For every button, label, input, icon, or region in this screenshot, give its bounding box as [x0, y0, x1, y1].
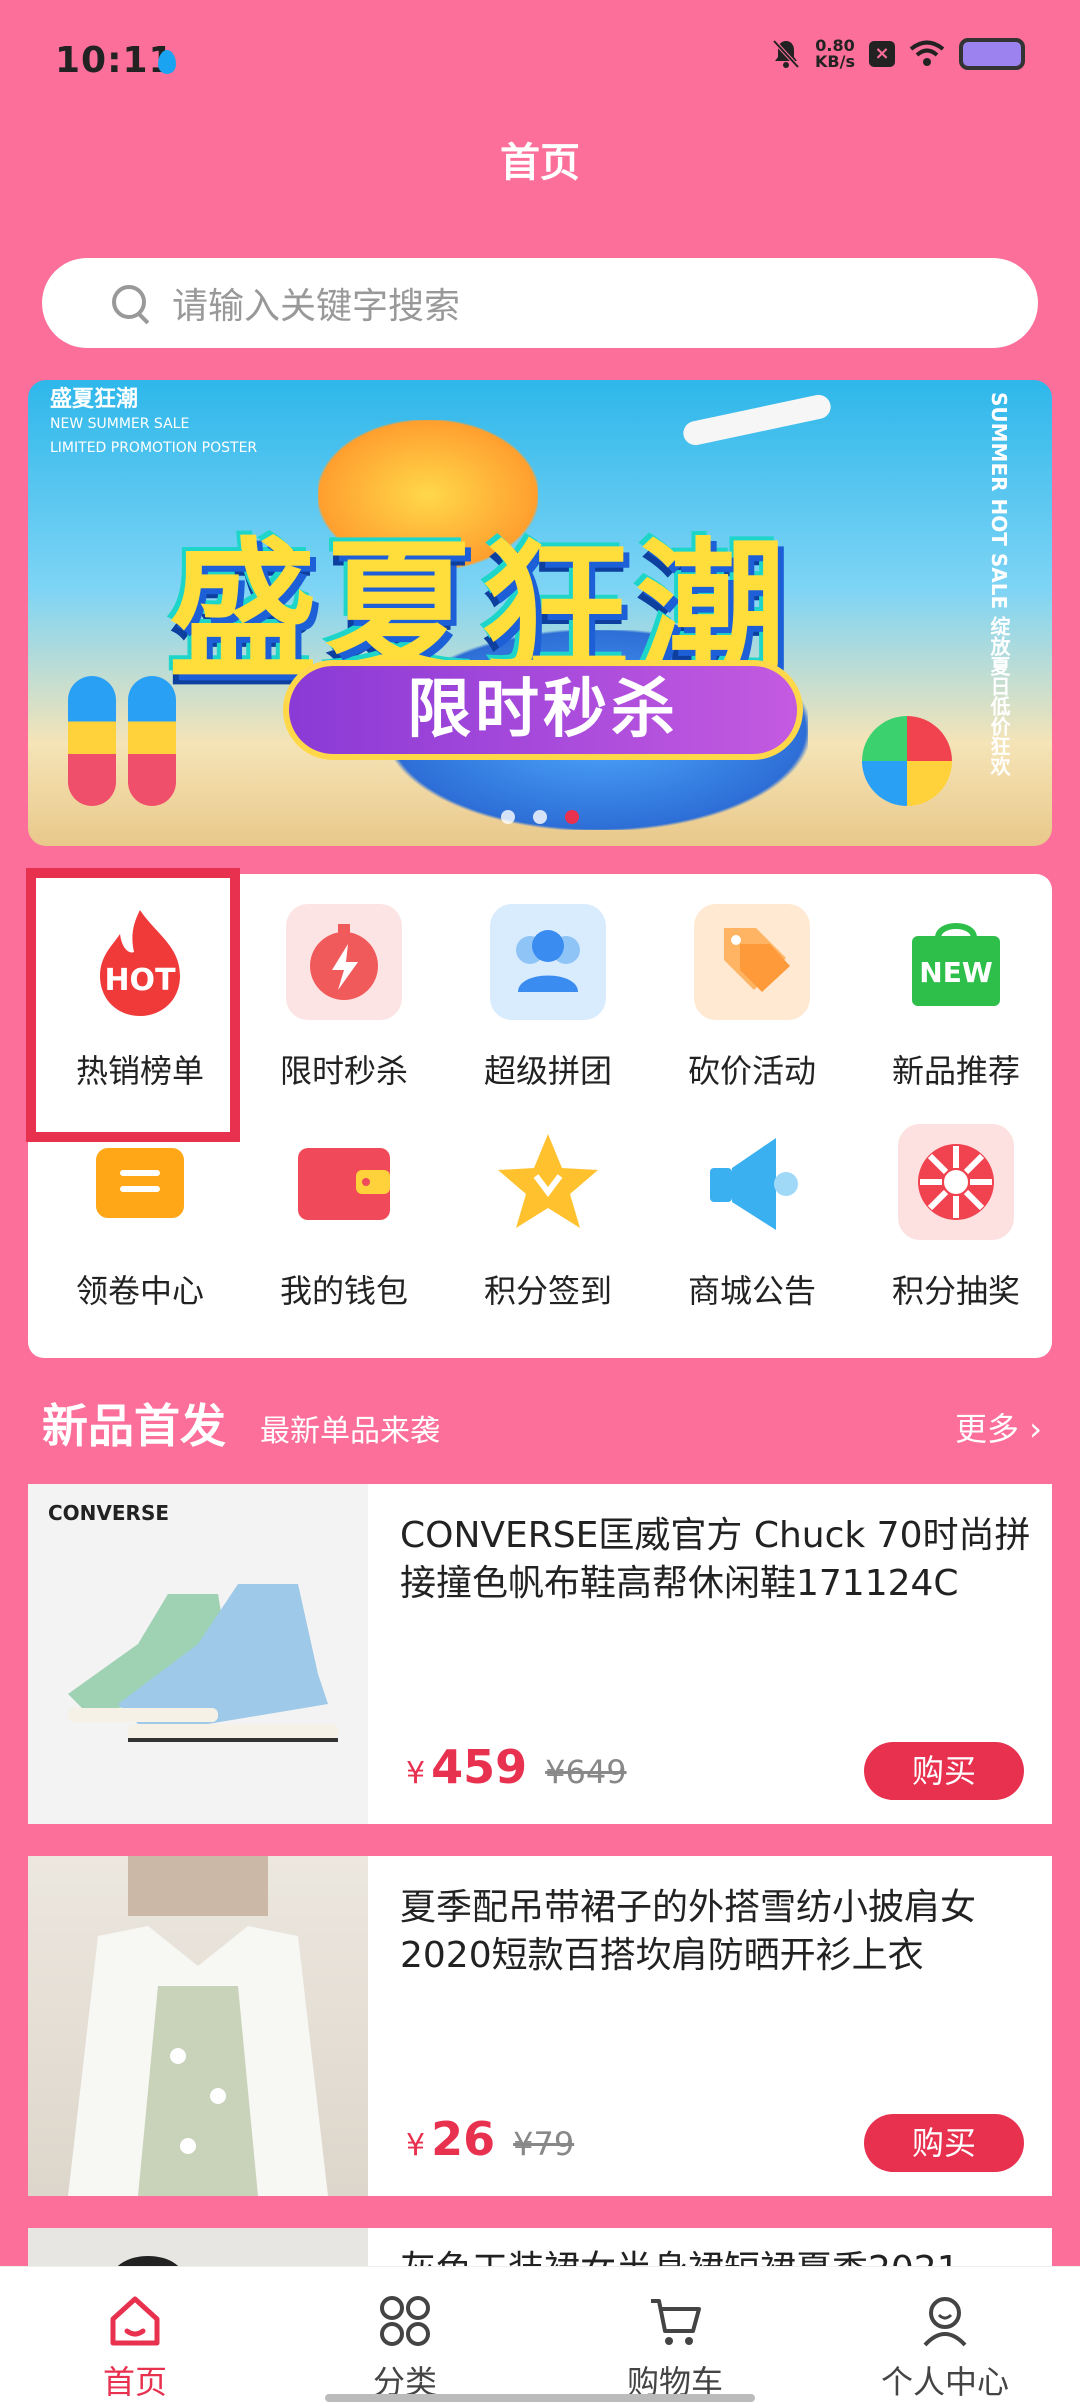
section-title: 新品首发	[42, 1399, 226, 1453]
menu-item-new[interactable]: NEW 新品推荐	[854, 884, 1058, 1090]
banner-brand: 盛夏狂潮 NEW SUMMER SALE LIMITED PROMOTION P…	[50, 387, 258, 457]
tab-profile[interactable]: 个人中心	[810, 2267, 1080, 2408]
menu-item-announcements[interactable]: 商城公告	[650, 1104, 854, 1310]
buy-button[interactable]: 购买	[864, 1742, 1024, 1800]
notification-x-icon: ×	[869, 41, 895, 67]
home-indicator[interactable]	[325, 2394, 755, 2402]
menu-label: 超级拼团	[483, 1052, 612, 1090]
flipflop-decoration	[128, 676, 176, 806]
product-price: 26	[431, 2112, 496, 2166]
megaphone-icon	[694, 1124, 810, 1240]
status-indicators: 0.80 KB/s ×	[771, 38, 1025, 70]
wifi-icon	[909, 40, 945, 66]
net-speed: 0.80 KB/s	[815, 36, 855, 71]
airplane-decoration	[681, 392, 833, 448]
promo-banner[interactable]: 盛夏狂潮 NEW SUMMER SALE LIMITED PROMOTION P…	[28, 380, 1052, 846]
page-title: 首页	[500, 140, 580, 186]
flash-timer-icon	[286, 904, 402, 1020]
status-time: 10:11	[55, 40, 175, 81]
more-link[interactable]: 更多 ›	[955, 1404, 1042, 1450]
status-bar: 10:11 0.80 KB/s ×	[0, 0, 1080, 120]
group-users-icon	[490, 904, 606, 1020]
original-price: ¥79	[513, 2125, 575, 2163]
user-icon	[917, 2293, 973, 2349]
menu-label: 领卷中心	[75, 1272, 204, 1310]
mute-bell-icon	[772, 39, 800, 69]
banner-pagination	[28, 810, 1052, 824]
menu-item-bargain[interactable]: 砍价活动	[650, 884, 854, 1090]
product-price: 459	[431, 1740, 528, 1794]
banner-dot[interactable]	[533, 810, 547, 824]
search-input[interactable]: 请输入关键字搜索	[42, 258, 1038, 348]
water-drop-icon	[158, 50, 176, 74]
menu-label: 商城公告	[687, 1272, 816, 1310]
price-row: ¥ 26 ¥79	[406, 2112, 575, 2166]
section-header: 新品首发 最新单品来袭 更多 ›	[42, 1390, 1042, 1453]
category-grid-icon	[377, 2293, 433, 2349]
product-name: CONVERSE匡威官方 Chuck 70时尚拼接撞色帆布鞋高帮休闲鞋17112…	[400, 1515, 1031, 1604]
menu-label: 积分签到	[483, 1272, 612, 1310]
product-name: 夏季配吊带裙子的外搭雪纺小披肩女2020短款百搭坎肩防晒开衫上衣	[400, 1887, 977, 1976]
home-icon	[107, 2293, 163, 2349]
svg-text:CONVERSE: CONVERSE	[48, 1501, 169, 1525]
product-card[interactable]: CONVERSE CONVERSE匡威官方 Chuck 70时尚拼接撞色帆布鞋高…	[28, 1484, 1052, 1824]
banner-dot-active[interactable]	[565, 810, 579, 824]
original-price: ¥649	[545, 1753, 627, 1791]
tab-home[interactable]: 首页	[0, 2267, 270, 2408]
banner-dot[interactable]	[501, 810, 515, 824]
buy-button[interactable]: 购买	[864, 2114, 1024, 2172]
tab-cart[interactable]: 购物车	[540, 2267, 810, 2408]
section-subtitle: 最新单品来袭	[260, 1414, 440, 1449]
svg-text:NEW: NEW	[919, 956, 993, 989]
menu-item-flash-sale[interactable]: 限时秒杀	[242, 884, 446, 1090]
highlight-box	[26, 868, 240, 1142]
banner-subtitle: 限时秒杀	[283, 660, 803, 760]
product-image: CONVERSE	[28, 1484, 368, 1824]
tab-category[interactable]: 分类	[270, 2267, 540, 2408]
menu-item-group-buy[interactable]: 超级拼团	[446, 884, 650, 1090]
product-card[interactable]: 夏季配吊带裙子的外搭雪纺小披肩女2020短款百搭坎肩防晒开衫上衣 ¥ 26 ¥7…	[28, 1856, 1052, 2196]
menu-label: 积分抽奖	[891, 1272, 1020, 1310]
cart-icon	[647, 2293, 703, 2349]
product-image	[28, 1856, 368, 2196]
search-icon	[110, 283, 150, 323]
lottery-wheel-icon	[898, 1124, 1014, 1240]
search-placeholder: 请输入关键字搜索	[172, 286, 461, 327]
new-bag-icon: NEW	[898, 904, 1014, 1020]
menu-item-checkin[interactable]: 积分签到	[446, 1104, 650, 1310]
price-row: ¥ 459 ¥649	[406, 1740, 627, 1794]
menu-item-wallet[interactable]: 我的钱包	[242, 1104, 446, 1310]
menu-label: 我的钱包	[279, 1272, 408, 1310]
chevron-right-icon: ›	[1029, 1410, 1042, 1448]
menu-label: 新品推荐	[891, 1052, 1020, 1090]
battery-icon	[959, 38, 1025, 70]
menu-label: 限时秒杀	[279, 1052, 408, 1090]
star-checkin-icon	[490, 1124, 606, 1240]
bottom-tab-bar: 首页 分类 购物车 个人中心	[0, 2266, 1080, 2408]
price-tag-icon	[694, 904, 810, 1020]
menu-item-lottery[interactable]: 积分抽奖	[854, 1104, 1058, 1310]
wallet-icon	[286, 1124, 402, 1240]
menu-label: 砍价活动	[687, 1052, 816, 1090]
flipflop-decoration	[68, 676, 116, 806]
beach-ball-decoration	[862, 716, 952, 806]
